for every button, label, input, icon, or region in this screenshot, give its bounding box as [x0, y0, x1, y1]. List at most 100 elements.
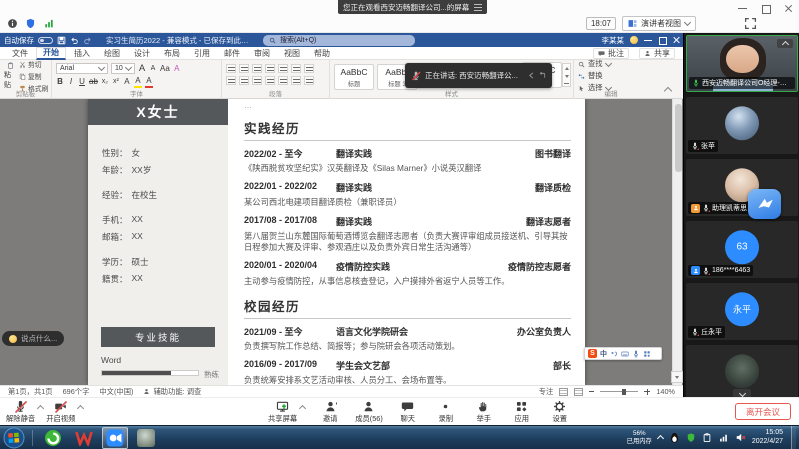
style-card-title[interactable]: AaBbC 标题: [334, 64, 374, 90]
decrease-indent-button[interactable]: [265, 64, 275, 73]
text-effects-button[interactable]: A: [123, 77, 131, 87]
taskbar-clock[interactable]: 15:05 2022/4/27: [752, 429, 785, 447]
superscript-button[interactable]: x²: [112, 77, 120, 87]
scroll-down-button[interactable]: [671, 371, 683, 383]
scrollbar-thumb[interactable]: [675, 104, 682, 172]
zoom-level[interactable]: 140%: [656, 387, 675, 396]
font-color-button[interactable]: A: [145, 76, 153, 88]
shield-icon[interactable]: [25, 18, 36, 29]
memory-monitor[interactable]: 56% 已用内存: [627, 430, 652, 445]
copy-button[interactable]: 复制: [19, 71, 48, 81]
phonetic-guide-button[interactable]: A: [173, 64, 181, 74]
strikethrough-button[interactable]: ab: [89, 77, 98, 87]
invite-button[interactable]: 邀请: [317, 400, 343, 424]
resume-page[interactable]: X女士 性别：女 年龄：XX岁 经验：在校生 手机：XX 邮箱：XX 学历：硕士…: [88, 99, 585, 385]
justify-button[interactable]: [265, 76, 275, 85]
scroll-up-icon[interactable]: [565, 67, 569, 70]
start-video-button[interactable]: 开启视频: [46, 400, 75, 424]
underline-button[interactable]: U: [78, 77, 86, 87]
styles-gallery-scroll[interactable]: [562, 63, 571, 87]
highlight-color-button[interactable]: A: [134, 76, 142, 88]
word-maximize-icon[interactable]: [658, 36, 666, 44]
collapse-ribbon-icon[interactable]: [664, 87, 672, 95]
toolbox-icon[interactable]: [643, 350, 651, 358]
tab-references[interactable]: 引用: [188, 47, 216, 60]
info-icon[interactable]: [7, 18, 18, 29]
smiley-icon[interactable]: [630, 36, 638, 44]
arrow-return-icon[interactable]: [539, 72, 546, 79]
show-marks-button[interactable]: [304, 64, 314, 73]
font-name-select[interactable]: Arial: [56, 63, 108, 74]
tab-insert[interactable]: 插入: [68, 47, 96, 60]
scroll-down-icon[interactable]: [565, 75, 569, 78]
participant-tile[interactable]: 助理凯蒂思…: [686, 159, 798, 216]
signal-bars-icon[interactable]: [43, 18, 55, 29]
subscript-button[interactable]: x₂: [101, 77, 109, 87]
print-layout-icon[interactable]: [574, 388, 583, 396]
sogou-input-bar[interactable]: S 中: [584, 347, 662, 360]
record-button[interactable]: 录制: [433, 400, 459, 424]
voice-input-icon[interactable]: [632, 350, 640, 358]
sogou-logo-icon[interactable]: S: [588, 349, 597, 358]
network-icon[interactable]: [718, 433, 729, 443]
increase-indent-button[interactable]: [278, 64, 288, 73]
tab-mailings[interactable]: 邮件: [218, 47, 246, 60]
accessibility-status[interactable]: 辅助功能: 调查: [143, 387, 201, 397]
tab-layout[interactable]: 布局: [158, 47, 186, 60]
paste-button[interactable]: 粘贴: [4, 62, 17, 90]
show-desktop-button[interactable]: [791, 426, 796, 449]
numbering-button[interactable]: [239, 64, 249, 73]
banner-menu-icon[interactable]: [474, 4, 482, 11]
account-name[interactable]: 李某某: [602, 35, 625, 46]
align-right-button[interactable]: [252, 76, 262, 85]
read-mode-icon[interactable]: [559, 388, 568, 396]
cut-button[interactable]: 剪切: [19, 59, 48, 69]
line-spacing-button[interactable]: [278, 76, 288, 85]
document-scrollbar[interactable]: [672, 99, 682, 385]
word-minimize-icon[interactable]: [644, 36, 652, 44]
taskbar-qq[interactable]: [133, 427, 159, 449]
apps-button[interactable]: 应用: [509, 400, 535, 424]
word-count[interactable]: 696个字: [63, 387, 90, 397]
security-shield-icon[interactable]: [686, 432, 696, 443]
gallery-more-icon[interactable]: [564, 83, 569, 84]
word-search-box[interactable]: 搜索(Alt+Q): [263, 35, 415, 46]
tab-review[interactable]: 审阅: [248, 47, 276, 60]
grow-font-button[interactable]: A: [138, 64, 146, 74]
taskbar-wps[interactable]: [71, 427, 97, 449]
members-button[interactable]: 成员(56): [355, 400, 383, 424]
unmute-button[interactable]: 解除静音: [6, 400, 35, 424]
redo-icon[interactable]: [83, 36, 92, 45]
word-close-icon[interactable]: [672, 36, 680, 44]
fullscreen-button[interactable]: [744, 17, 757, 30]
sort-button[interactable]: [291, 64, 301, 73]
qq-penguin-icon[interactable]: [669, 432, 680, 443]
taskbar-tencent-meeting[interactable]: [102, 427, 128, 449]
tab-design[interactable]: 设计: [128, 47, 156, 60]
collapse-sidebar-button[interactable]: [777, 39, 793, 48]
change-case-button[interactable]: Aa: [160, 64, 170, 74]
bold-button[interactable]: B: [56, 77, 64, 87]
leave-meeting-button[interactable]: 离开会议: [735, 403, 791, 420]
speaker-muted-icon[interactable]: [735, 432, 746, 443]
save-icon[interactable]: [57, 36, 66, 45]
page-indicator[interactable]: 第1页，共1页: [8, 387, 53, 397]
undo-icon[interactable]: [70, 36, 79, 45]
language-indicator[interactable]: 中文(中国): [99, 387, 133, 397]
zoom-slider-thumb[interactable]: [622, 389, 626, 395]
comments-button[interactable]: 批注: [593, 48, 629, 59]
input-mode-chinese[interactable]: 中: [600, 349, 607, 359]
participant-tile[interactable]: 张苹: [686, 97, 798, 154]
keyboard-icon[interactable]: [621, 350, 629, 358]
replace-button[interactable]: 替换: [578, 71, 644, 81]
punctuation-icon[interactable]: [610, 350, 618, 358]
close-icon[interactable]: [784, 4, 793, 13]
tab-home[interactable]: 开始: [36, 47, 66, 60]
align-center-button[interactable]: [239, 76, 249, 85]
find-button[interactable]: 查找: [578, 59, 644, 69]
tab-draw[interactable]: 绘图: [98, 47, 126, 60]
align-left-button[interactable]: [226, 76, 236, 85]
zoom-in-button[interactable]: [644, 389, 650, 395]
font-size-select[interactable]: 10: [111, 63, 135, 74]
settings-button[interactable]: 设置: [547, 400, 573, 424]
